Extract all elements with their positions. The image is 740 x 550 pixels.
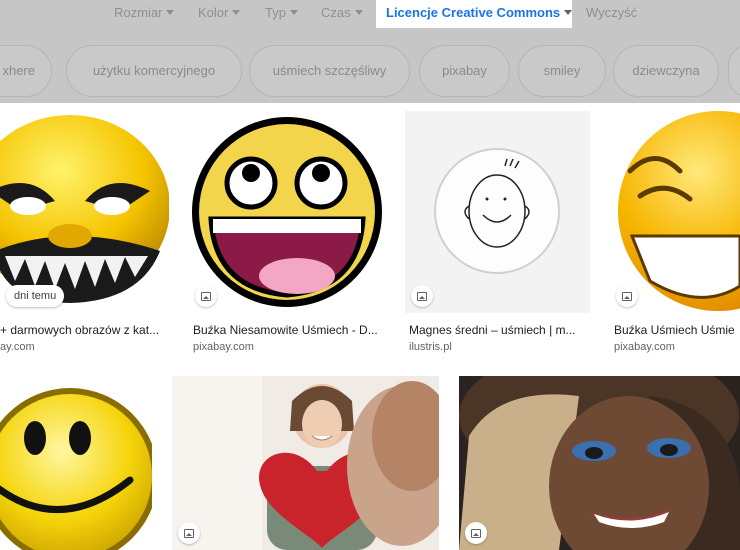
- chip-girl[interactable]: dziewczyna: [613, 45, 719, 97]
- tool-color-label: Kolor: [198, 5, 229, 20]
- result-image-3[interactable]: [405, 111, 590, 313]
- result-title-1[interactable]: + darmowych obrazów z kat...: [0, 323, 169, 337]
- classic-smiley-image: [0, 388, 152, 550]
- result-image-6[interactable]: [172, 376, 439, 550]
- tool-type[interactable]: Typ: [265, 0, 298, 28]
- result-image-4[interactable]: [610, 111, 740, 313]
- result-image-7[interactable]: [459, 376, 740, 550]
- result-image-2[interactable]: [189, 111, 385, 313]
- search-tools-bar: Rozmiar Kolor Typ Czas Licencje Creative…: [0, 0, 740, 28]
- top-overlay: Rozmiar Kolor Typ Czas Licencje Creative…: [0, 0, 740, 103]
- tool-size-label: Rozmiar: [114, 5, 163, 20]
- result-source-3: ilustris.pl: [409, 341, 452, 353]
- tool-clear-label: Wyczyść: [586, 5, 638, 20]
- result-source-4: pixabay.com: [614, 341, 675, 353]
- angry-smiley-image: [0, 115, 169, 303]
- result-image-1[interactable]: dni temu: [0, 111, 169, 313]
- chip-commercial-use[interactable]: użytku komercyjnego: [66, 45, 242, 97]
- chip-smiley[interactable]: smiley: [518, 45, 606, 97]
- image-icon: [622, 291, 632, 301]
- chevron-down-icon: [564, 10, 573, 16]
- image-badge: [616, 285, 638, 307]
- image-icon: [471, 528, 481, 538]
- girl-with-heart-image: [172, 376, 439, 550]
- tool-size[interactable]: Rozmiar: [114, 0, 175, 28]
- tool-license-label: Licencje Creative Commons: [386, 5, 561, 20]
- chip-pixabay[interactable]: pixabay: [419, 45, 510, 97]
- image-badge: [178, 522, 200, 544]
- magnet-smiley-image: [434, 148, 560, 274]
- image-icon: [201, 291, 211, 301]
- chip-xhere[interactable]: xhere: [0, 45, 52, 97]
- result-title-4[interactable]: Buźka Uśmiech Uśmie: [614, 323, 740, 337]
- tool-type-label: Typ: [265, 5, 286, 20]
- tool-color[interactable]: Kolor: [198, 0, 241, 28]
- chevron-down-icon: [289, 10, 298, 16]
- image-badge: [195, 285, 217, 307]
- image-badge: dni temu: [6, 285, 65, 307]
- tool-clear[interactable]: Wyczyść: [586, 0, 637, 28]
- chip-happy-smile[interactable]: uśmiech szczęśliwy: [249, 45, 410, 97]
- related-searches: xhere użytku komercyjnego uśmiech szczęś…: [0, 45, 740, 97]
- chip-more[interactable]: [728, 45, 740, 97]
- chevron-down-icon: [354, 10, 363, 16]
- smiling-woman-image: [459, 376, 740, 550]
- result-image-5[interactable]: [0, 376, 152, 550]
- image-badge: [411, 285, 433, 307]
- image-icon: [184, 528, 194, 538]
- result-source-1: ay.com: [0, 341, 35, 353]
- chevron-down-icon: [166, 10, 175, 16]
- result-source-2: pixabay.com: [193, 341, 254, 353]
- tool-time-label: Czas: [321, 5, 351, 20]
- badge-text: dni temu: [14, 290, 57, 302]
- image-badge: [465, 522, 487, 544]
- awesome-smiley-image: [192, 117, 382, 307]
- tool-time[interactable]: Czas: [321, 0, 363, 28]
- tool-license[interactable]: Licencje Creative Commons: [376, 0, 573, 28]
- image-icon: [417, 291, 427, 301]
- laughing-smiley-image: [618, 111, 740, 311]
- result-title-3[interactable]: Magnes średni – uśmiech | m...: [409, 323, 590, 337]
- chevron-down-icon: [232, 10, 241, 16]
- result-title-2[interactable]: Buźka Niesamowite Uśmiech - D...: [193, 323, 385, 337]
